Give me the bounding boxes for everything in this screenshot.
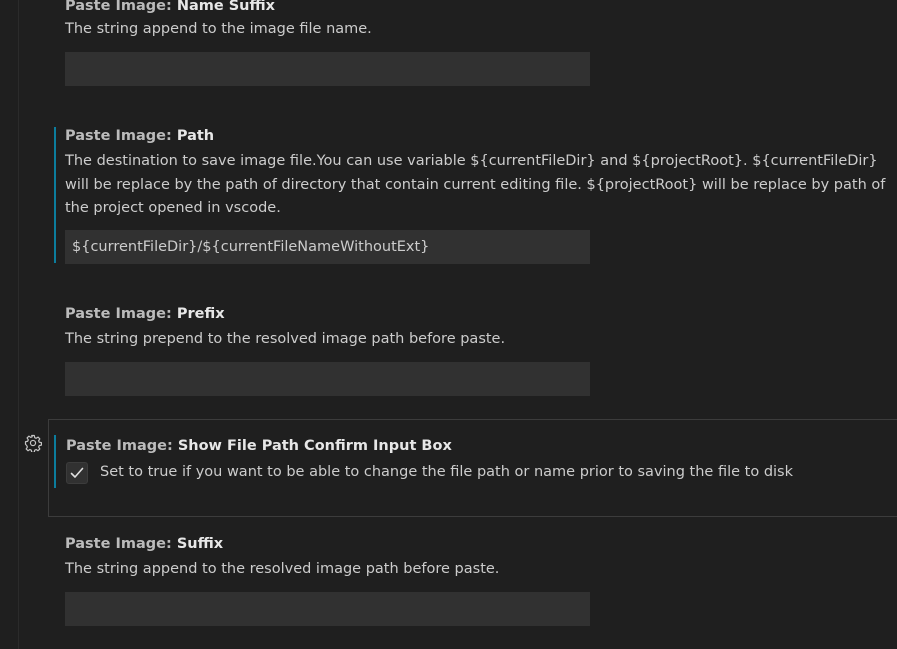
setting-key: Show File Path Confirm Input Box [177,438,452,454]
setting-description: The string prepend to the resolved image… [65,331,506,347]
suffix-input[interactable] [65,592,590,626]
show-confirm-checkbox[interactable] [66,462,88,484]
setting-show-file-path-confirm-input-box: Paste Image: Show File Path Confirm Inpu… [48,419,897,517]
setting-key: Suffix [176,536,224,552]
gear-icon[interactable] [24,434,42,453]
modified-indicator [54,435,56,488]
setting-category: Paste Image: [65,536,177,552]
sidebar-divider [18,0,19,649]
setting-key: Path [176,128,215,144]
setting-category: Paste Image: [66,438,178,454]
setting-category: Paste Image: [65,0,177,14]
setting-prefix: Paste Image: Prefix The string prepend t… [48,294,897,404]
setting-description: The string append to the resolved image … [65,561,500,577]
setting-title: Paste Image: Name Suffix [65,0,275,16]
path-input[interactable] [65,230,590,264]
setting-description: The destination to save image file.You c… [65,153,886,216]
setting-title: Paste Image: Show File Path Confirm Inpu… [66,436,452,456]
setting-description: Set to true if you want to be able to ch… [100,464,794,480]
setting-key: Name Suffix [176,0,276,14]
setting-category: Paste Image: [65,306,177,322]
setting-category: Paste Image: [65,128,177,144]
setting-key: Prefix [176,306,225,322]
setting-title: Paste Image: Suffix [65,534,223,554]
setting-path: Paste Image: Path The destination to sav… [48,116,897,276]
check-icon [70,467,84,478]
setting-title: Paste Image: Prefix [65,304,225,324]
setting-name-suffix: Paste Image: Name Suffix The string appe… [48,0,897,96]
setting-description: The string append to the image file name… [65,21,372,37]
setting-suffix: Paste Image: Suffix The string append to… [48,524,897,644]
name-suffix-input[interactable] [65,52,590,86]
prefix-input[interactable] [65,362,590,396]
setting-title: Paste Image: Path [65,126,214,146]
